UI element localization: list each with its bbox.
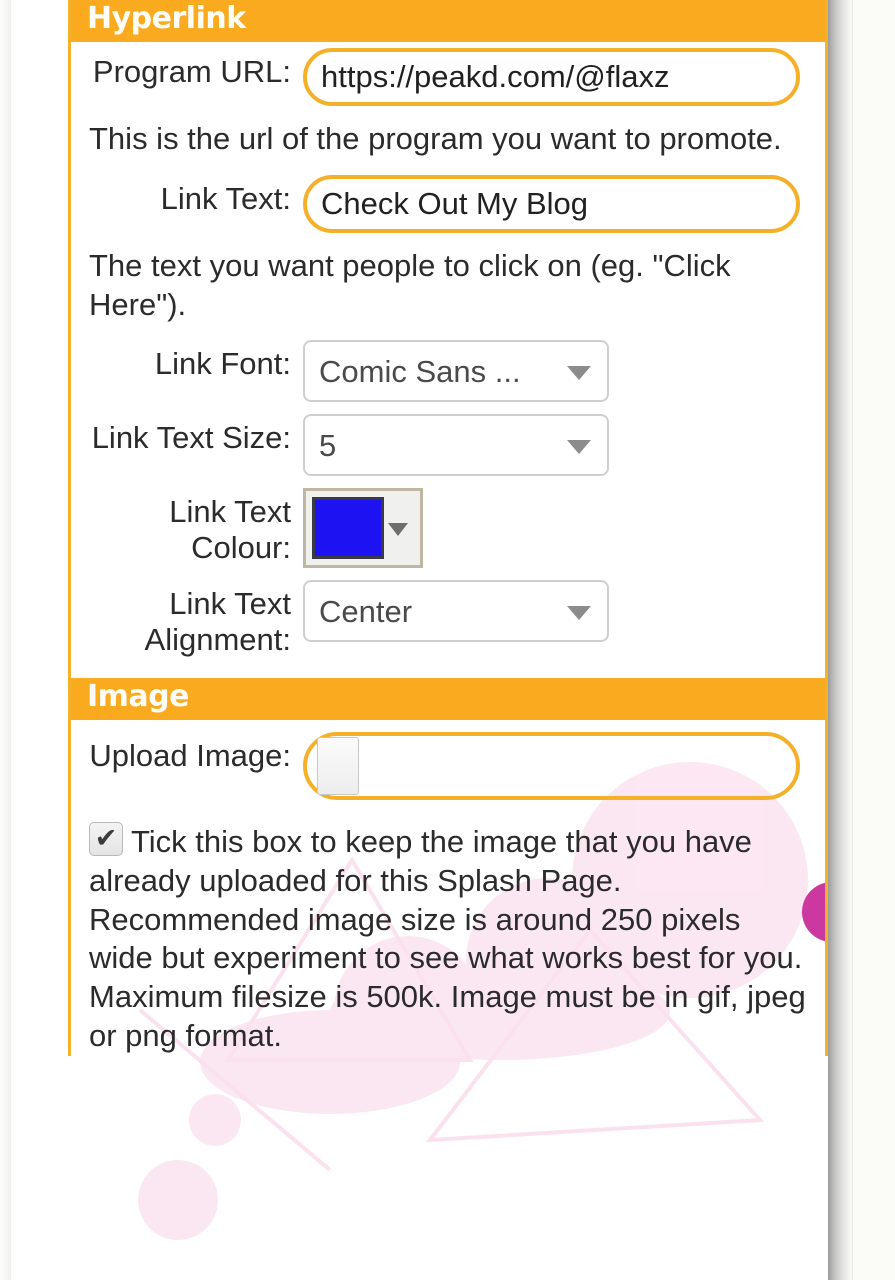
- link-text-alignment-select[interactable]: Center: [303, 580, 609, 643]
- row-link-text: Link Text:: [71, 169, 825, 239]
- label-link-text-colour: Link Text Colour:: [169, 494, 291, 566]
- splash-page-form-panel: Hyperlink Program URL: This is the url o…: [68, 0, 828, 1056]
- link-text-alignment-value: Center: [319, 595, 413, 627]
- page-left-gutter: [0, 0, 11, 1280]
- label-link-font: Link Font:: [154, 346, 291, 382]
- chevron-down-icon: [567, 366, 591, 381]
- chevron-down-icon: [388, 523, 408, 537]
- keep-image-paragraph: Tick this box to keep the image that you…: [71, 806, 825, 1056]
- link-text-size-select[interactable]: 5: [303, 414, 609, 477]
- program-url-input[interactable]: [303, 48, 800, 106]
- section-header-hyperlink: Hyperlink: [71, 0, 825, 42]
- link-font-select[interactable]: Comic Sans ...: [303, 340, 609, 403]
- upload-image-field[interactable]: [303, 732, 800, 801]
- help-link-text: The text you want people to click on (eg…: [89, 247, 731, 322]
- link-text-colour-picker[interactable]: [303, 488, 423, 569]
- keep-image-label: Tick this box to keep the image that you…: [89, 824, 806, 1053]
- colour-swatch: [312, 497, 384, 560]
- label-link-text: Link Text:: [160, 180, 291, 216]
- keep-image-checkbox[interactable]: [89, 822, 123, 857]
- choose-file-button[interactable]: [317, 737, 359, 796]
- section-body-image: Upload Image: Tick this box to keep the …: [71, 720, 825, 1056]
- chevron-down-icon: [567, 440, 591, 455]
- row-link-text-alignment: Link Text Alignment: Center: [71, 574, 825, 664]
- row-link-text-colour: Link Text Colour:: [71, 482, 825, 574]
- page-outside-right: [852, 0, 895, 1280]
- label-link-text-alignment: Link Text Alignment:: [144, 586, 291, 658]
- section-body-hyperlink: Program URL: This is the url of the prog…: [71, 42, 825, 678]
- link-text-input[interactable]: [303, 174, 800, 233]
- label-program-url: Program URL:: [92, 54, 291, 89]
- section-header-image: Image: [71, 678, 825, 721]
- page-right-edge-shadow: [828, 0, 852, 1280]
- row-upload-image: Upload Image:: [71, 720, 825, 806]
- row-link-text-size: Link Text Size: 5: [71, 408, 825, 482]
- link-font-value: Comic Sans ...: [319, 355, 521, 387]
- help-program-url: This is the url of the program you want …: [89, 121, 782, 156]
- label-link-text-size: Link Text Size:: [91, 420, 291, 456]
- link-text-size-value: 5: [319, 429, 337, 461]
- chevron-down-icon: [567, 606, 591, 621]
- row-link-font: Link Font: Comic Sans ...: [71, 334, 825, 408]
- app-root: Hyperlink Program URL: This is the url o…: [0, 0, 895, 1280]
- row-program-url: Program URL:: [71, 42, 825, 112]
- label-upload-image: Upload Image:: [89, 738, 291, 774]
